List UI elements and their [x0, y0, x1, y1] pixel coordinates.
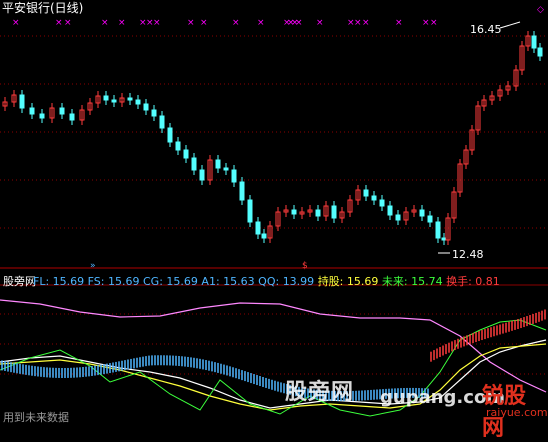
cross-marker: ×	[430, 18, 438, 28]
candle-down	[215, 159, 221, 169]
indicator-fl-label: FL:	[33, 275, 53, 288]
indicator-future-value: 15.74	[411, 275, 443, 288]
indicator-fl-value: 15.69	[52, 275, 85, 288]
site-logo: 锐股网 raiyue.com	[468, 378, 548, 441]
watermark-site-name: 股旁网	[285, 380, 355, 405]
candle-down	[291, 209, 297, 215]
candle-down	[261, 233, 267, 239]
indicator-a1-value: 15.63	[223, 275, 255, 288]
cross-marker: ×	[295, 18, 303, 28]
candle-down	[247, 199, 253, 223]
candle-down	[103, 95, 109, 101]
cross-marker: ×	[153, 18, 161, 28]
candle-down	[159, 115, 165, 129]
candle-down	[435, 221, 441, 239]
candle-down	[427, 215, 433, 223]
indicator-qq-value: 13.99	[282, 275, 315, 288]
candle-down	[231, 169, 237, 183]
indicator-a1-label: A1:	[201, 275, 224, 288]
indicator-cg-label: CG:	[143, 275, 167, 288]
indicator-qq-label: QQ:	[258, 275, 283, 288]
cross-marker: ×	[187, 18, 195, 28]
cross-marker: ×	[64, 18, 72, 28]
logo-url: raiyue.com	[486, 406, 548, 419]
candle-down	[419, 209, 425, 217]
cross-marker: ×	[395, 18, 403, 28]
candle-down	[19, 94, 25, 109]
candle-down	[537, 47, 543, 57]
indicator-hold-value: 15.69	[346, 275, 379, 288]
cross-marker: ×	[257, 18, 265, 28]
candle-down	[111, 99, 117, 103]
cross-marker: ×	[362, 18, 370, 28]
footer-note: 用到未来数据	[3, 411, 69, 424]
indicator-name: 股旁网	[3, 275, 36, 288]
chart-window: × × × × × × × × × × × × × × × × × × × × × × ×» $ ◇ 平安银行(日线) 16.4…	[0, 0, 548, 441]
cross-marker: ×	[101, 18, 109, 28]
indicator-fs-value: 15.69	[108, 275, 140, 288]
cross-marker: ×	[200, 18, 208, 28]
kline-chart[interactable]: × × × × × × × × × × × × ×××× × × × × × × ×» $◇	[0, 0, 548, 427]
indicator-hold-label: 持股:	[317, 275, 347, 288]
candle-down	[223, 167, 229, 171]
chart-title: 平安银行(日线)	[2, 1, 84, 15]
cross-marker: ×	[232, 18, 240, 28]
candle-down	[331, 205, 337, 219]
high-price-label: 16.45	[470, 23, 502, 36]
candle-down	[39, 113, 45, 119]
cross-marker: ×	[316, 18, 324, 28]
candle-down	[191, 157, 197, 171]
low-price-label: 12.48	[452, 248, 484, 261]
signal-marker: »	[90, 261, 96, 271]
cross-marker: ×	[55, 18, 63, 28]
candle-down	[199, 169, 205, 181]
indicator-cg-value: 15.69	[166, 275, 198, 288]
indicator-turnover-value: 0.81	[475, 275, 500, 288]
signal-marker: ◇	[537, 5, 544, 15]
cross-marker: ×	[118, 18, 126, 28]
candle-down	[151, 109, 157, 117]
signal-marker: $	[302, 261, 308, 271]
candle-down	[441, 237, 447, 241]
candle-down	[135, 99, 141, 105]
candle-down	[387, 205, 393, 216]
candle-down	[379, 199, 385, 207]
candle-down	[69, 113, 75, 121]
candle-down	[363, 189, 369, 197]
candle-down	[315, 209, 321, 217]
candle-down	[239, 181, 245, 201]
indicator-turnover-label: 换手:	[446, 275, 476, 288]
candle-down	[167, 127, 173, 143]
cross-marker: ×	[12, 18, 20, 28]
candle-down	[127, 97, 133, 101]
candle-down	[371, 195, 377, 201]
candle-down	[29, 107, 35, 115]
candle-down	[143, 103, 149, 111]
high-pointer	[499, 21, 521, 29]
cross-marker: ×	[422, 18, 430, 28]
candle-down	[395, 214, 401, 221]
cross-marker: ×	[354, 18, 362, 28]
candle-down	[59, 107, 65, 115]
candle-down	[175, 141, 181, 151]
candle-down	[531, 35, 537, 49]
indicator-future-label: 未来:	[381, 275, 412, 288]
candle-down	[183, 149, 189, 159]
indicator-values: FL: 15.69 FS: 15.69 CG: 15.69 A1: 15.63 …	[33, 275, 500, 288]
candle-down	[255, 221, 261, 235]
indicator-fs-label: FS:	[87, 275, 108, 288]
